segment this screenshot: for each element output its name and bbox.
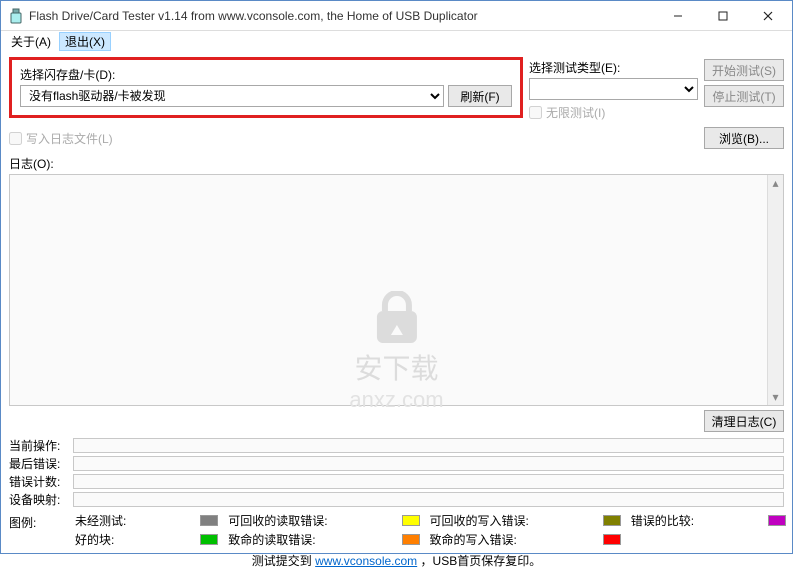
log-textarea[interactable]: ▴ ▾	[9, 174, 784, 406]
unlimited-test-checkbox[interactable]	[529, 106, 542, 119]
menubar: 关于(A) 退出(X)	[1, 31, 792, 51]
select-flash-highlight: 选择闪存盘/卡(D): 没有flash驱动器/卡被发现 刷新(F)	[9, 57, 523, 118]
log-scrollbar[interactable]: ▴ ▾	[767, 175, 783, 405]
test-type-label: 选择测试类型(E):	[529, 61, 620, 75]
clear-log-button[interactable]: 清理日志(C)	[704, 410, 784, 432]
error-count-value	[73, 474, 784, 489]
refresh-button[interactable]: 刷新(F)	[448, 85, 512, 107]
legend-good-block-swatch	[200, 534, 218, 545]
legend-grid: 未经测试: 可回收的读取错误: 可回收的写入错误: 错误的比较: 好的块: 致命…	[75, 512, 784, 548]
legend-rec-read-label: 可回收的读取错误:	[228, 512, 389, 529]
legend-rec-read-swatch	[402, 515, 420, 526]
device-map-value	[73, 492, 784, 507]
footer-post: ，USB首页保存复印。	[417, 554, 541, 568]
close-button[interactable]	[745, 2, 790, 30]
titlebar: Flash Drive/Card Tester v1.14 from www.v…	[1, 1, 792, 31]
footer: 测试提交到 www.vconsole.com ，USB首页保存复印。	[9, 552, 784, 569]
select-flash-label: 选择闪存盘/卡(D):	[20, 66, 512, 83]
scroll-up-icon[interactable]: ▴	[768, 175, 783, 191]
last-error-value	[73, 456, 784, 471]
error-count-label: 错误计数:	[9, 473, 69, 490]
write-log-label: 写入日志文件(L)	[26, 130, 113, 147]
current-op-value	[73, 438, 784, 453]
menu-about[interactable]: 关于(A)	[5, 32, 57, 51]
legend-fatal-write-label: 致命的写入错误:	[430, 531, 591, 548]
footer-link[interactable]: www.vconsole.com	[315, 554, 417, 568]
flash-drive-select[interactable]: 没有flash驱动器/卡被发现	[20, 85, 444, 107]
last-error-label: 最后错误:	[9, 455, 69, 472]
legend-fatal-read-label: 致命的读取错误:	[228, 531, 389, 548]
app-icon	[9, 8, 23, 24]
legend-err-compare-swatch	[768, 515, 786, 526]
unlimited-test-label: 无限测试(I)	[546, 104, 605, 121]
legend-good-block-label: 好的块:	[75, 531, 188, 548]
footer-pre: 测试提交到	[252, 554, 315, 568]
legend-fatal-read-swatch	[402, 534, 420, 545]
legend-fatal-write-swatch	[603, 534, 621, 545]
start-test-button[interactable]: 开始测试(S)	[704, 59, 784, 81]
legend-untested-swatch	[200, 515, 218, 526]
legend-label: 图例:	[9, 512, 69, 531]
write-log-checkbox[interactable]	[9, 132, 22, 145]
window-title: Flash Drive/Card Tester v1.14 from www.v…	[29, 9, 655, 23]
test-type-select[interactable]	[529, 78, 698, 100]
log-label: 日志(O):	[9, 155, 784, 172]
maximize-button[interactable]	[700, 2, 745, 30]
current-op-label: 当前操作:	[9, 437, 69, 454]
stop-test-button[interactable]: 停止测试(T)	[704, 85, 784, 107]
legend-err-compare-label: 错误的比较:	[631, 512, 756, 529]
legend-rec-write-label: 可回收的写入错误:	[430, 512, 591, 529]
minimize-button[interactable]	[655, 2, 700, 30]
device-map-label: 设备映射:	[9, 491, 69, 508]
scroll-down-icon[interactable]: ▾	[768, 389, 783, 405]
unlimited-test-row: 无限测试(I)	[529, 104, 698, 121]
legend-rec-write-swatch	[603, 515, 621, 526]
legend-untested-label: 未经测试:	[75, 512, 188, 529]
browse-button[interactable]: 浏览(B)...	[704, 127, 784, 149]
menu-exit[interactable]: 退出(X)	[59, 32, 111, 51]
